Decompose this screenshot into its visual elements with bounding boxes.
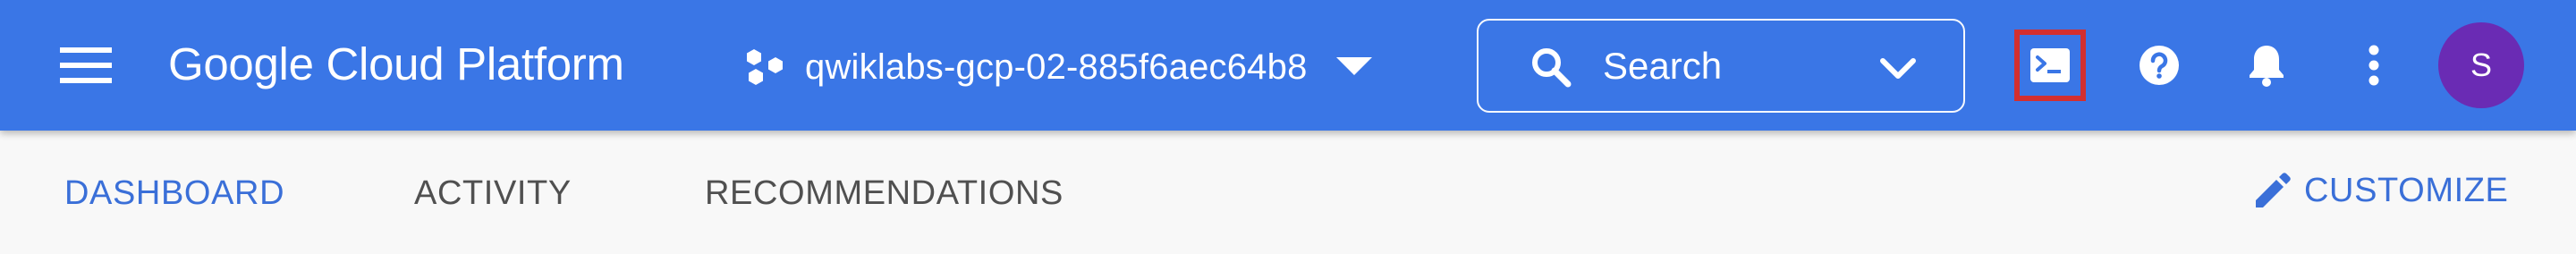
- pencil-icon: [2256, 173, 2291, 207]
- dashboard-tab-bar: DASHBOARD ACTIVITY RECOMMENDATIONS CUSTO…: [0, 131, 2576, 254]
- tab-dashboard[interactable]: DASHBOARD: [64, 174, 284, 213]
- more-vert-icon: [2368, 45, 2379, 86]
- notifications-button[interactable]: [2231, 30, 2302, 101]
- customize-label: CUSTOMIZE: [2304, 171, 2509, 209]
- tab-activity[interactable]: ACTIVITY: [414, 174, 572, 213]
- main-menu-button[interactable]: [47, 30, 125, 101]
- activate-cloud-shell-button[interactable]: [2014, 30, 2086, 101]
- more-options-button[interactable]: [2338, 30, 2410, 101]
- product-title[interactable]: Google Cloud Platform: [168, 39, 624, 89]
- search-icon: [1532, 48, 1572, 88]
- chevron-down-icon[interactable]: [1876, 46, 1920, 90]
- terminal-icon: [2030, 48, 2070, 82]
- project-selector[interactable]: qwiklabs-gcp-02-885f6aec64b8: [744, 36, 1374, 98]
- caret-down-icon: [1335, 47, 1374, 87]
- help-button[interactable]: [2123, 30, 2195, 101]
- project-hexagons-icon: [744, 47, 785, 88]
- bell-icon: [2250, 46, 2284, 87]
- search-bar[interactable]: Search: [1477, 19, 1965, 113]
- tab-recommendations[interactable]: RECOMMENDATIONS: [705, 174, 1063, 213]
- customize-button[interactable]: CUSTOMIZE: [2252, 170, 2508, 211]
- project-name: qwiklabs-gcp-02-885f6aec64b8: [805, 47, 1308, 87]
- top-app-bar: Google Cloud Platform qwiklabs-gcp-02-88…: [0, 0, 2576, 131]
- hamburger-menu-icon: [60, 47, 112, 83]
- help-circle-icon: [2140, 46, 2179, 85]
- search-label: Search: [1603, 45, 1723, 87]
- avatar[interactable]: S: [2438, 22, 2524, 108]
